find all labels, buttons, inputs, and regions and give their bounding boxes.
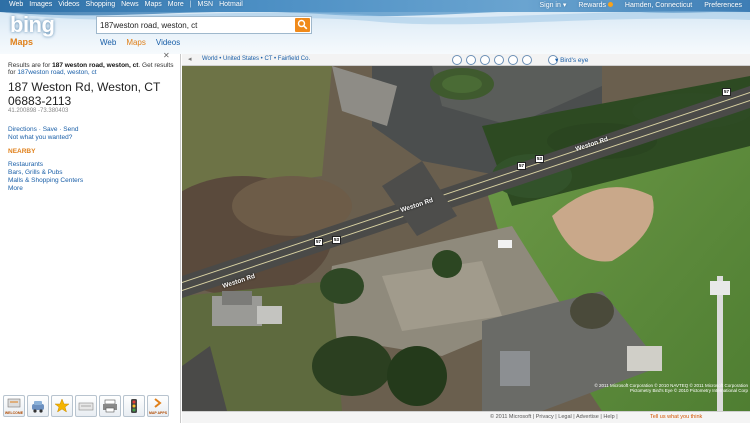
star-icon (54, 398, 70, 413)
nearby-item-malls[interactable]: Malls & Shopping Centers (8, 177, 83, 184)
top-navigation: Web Images Videos Shopping News Maps Mor… (9, 1, 243, 8)
view-label: Bird's eye (560, 57, 589, 64)
welcome-icon (7, 398, 21, 408)
route-shield-57a: 57 (314, 238, 323, 246)
birds-eye-map[interactable]: Weston Rd Weston Rd Weston Rd 57 53 57 5… (182, 66, 750, 411)
compass-icon[interactable] (466, 55, 476, 65)
bing-logo[interactable]: bing (10, 12, 55, 38)
result-address: 187 Weston Rd, Weston, CT (8, 80, 161, 94)
rotate-left-icon[interactable] (452, 55, 462, 65)
nearby-item-bars[interactable]: Bars, Grills & Pubs (8, 169, 63, 176)
search-input[interactable] (100, 19, 290, 32)
topnav-more[interactable]: More (168, 1, 184, 8)
chat-icon[interactable] (522, 55, 532, 65)
tab-maps[interactable]: Maps (126, 38, 146, 47)
route-shield-53a: 53 (332, 236, 341, 244)
nearby-item-restaurants[interactable]: Restaurants (8, 161, 43, 168)
logo-text: bing (10, 12, 55, 37)
directions-link[interactable]: Directions (8, 126, 37, 133)
nearby-heading: NEARBY (8, 148, 36, 155)
sign-in-link[interactable]: Sign in ▾ (539, 1, 566, 9)
traffic-light-icon (131, 399, 137, 413)
account-bar: Sign in ▾ Rewards Hamden, Connecticut Pr… (539, 1, 742, 9)
results-prefix: Results are for (8, 62, 51, 69)
results-suffix: . Get results (138, 62, 174, 69)
map-controls (452, 54, 558, 66)
preferences-link[interactable]: Preferences (704, 2, 742, 9)
favorites-button[interactable] (51, 395, 73, 417)
map-copyright: © 2011 Microsoft Corporation © 2010 NAVT… (594, 383, 748, 393)
nearby-item-more[interactable]: More (8, 185, 23, 192)
help-link[interactable]: Help (603, 414, 614, 420)
results-query: 187 weston road, weston, ct (52, 62, 139, 69)
close-icon[interactable]: ✕ (163, 51, 170, 60)
topnav-msn[interactable]: MSN (198, 1, 214, 8)
tab-web[interactable]: Web (100, 38, 116, 47)
car-icon (32, 401, 44, 413)
rewards-label: Rewards (578, 1, 606, 9)
print-button[interactable] (99, 395, 121, 417)
location-breadcrumb[interactable]: World • United States • CT • Fairfield C… (202, 56, 310, 62)
map-toolbar: ◂ World • United States • CT • Fairfield… (182, 54, 750, 66)
footer: © 2011 Microsoft | Privacy | Legal | Adv… (182, 411, 750, 423)
location-link[interactable]: Hamden, Connecticut (625, 2, 692, 9)
search-box (96, 16, 312, 34)
topnav-web[interactable]: Web (9, 1, 23, 8)
results-summary: Results are for 187 weston road, weston,… (8, 62, 173, 69)
route-shield-53b: 53 (535, 155, 544, 163)
alt-query-link[interactable]: 187weston road, weston, ct (17, 69, 96, 76)
topnav-shopping[interactable]: Shopping (86, 1, 116, 8)
tab-videos[interactable]: Videos (156, 38, 180, 47)
alt-results: for 187weston road, weston, ct (8, 69, 97, 76)
topnav-news[interactable]: News (121, 1, 139, 8)
feedback-link[interactable]: Tell us what you think (650, 414, 702, 420)
welcome-button[interactable]: WELCOME (3, 395, 25, 417)
not-wanted-link[interactable]: Not what you wanted? (8, 134, 72, 141)
topnav-maps[interactable]: Maps (145, 1, 162, 8)
result-coordinates: 41.200898 -73.380403 (8, 108, 69, 114)
chevron-right-icon (154, 398, 162, 408)
vertical-tabs: Web Maps Videos (100, 38, 180, 47)
traffic-button[interactable] (123, 395, 145, 417)
bubble-icon[interactable] (508, 55, 518, 65)
footer-copyright: © 2011 Microsoft (490, 414, 532, 420)
result-zip: 06883-2113 (8, 94, 72, 108)
product-title: Maps (10, 37, 34, 47)
rewards-icon (607, 1, 613, 7)
apps-toolbar: WELCOME MAP APPS (3, 395, 169, 417)
aerial-imagery (182, 66, 750, 411)
topnav-separator: | (189, 1, 192, 8)
save-link[interactable]: Save (43, 126, 58, 133)
zoom-icon[interactable] (494, 55, 504, 65)
advertise-link[interactable]: Advertise (576, 414, 599, 420)
privacy-link[interactable]: Privacy (536, 414, 554, 420)
map-apps-button[interactable]: MAP APPS (147, 395, 169, 417)
topnav-hotmail[interactable]: Hotmail (219, 1, 243, 8)
topnav-videos[interactable]: Videos (58, 1, 79, 8)
view-selector[interactable]: ▾ Bird's eye (555, 56, 588, 64)
rotate-right-icon[interactable] (480, 55, 490, 65)
legal-link[interactable]: Legal (558, 414, 571, 420)
welcome-label: WELCOME (4, 411, 24, 415)
map-apps-label: MAP APPS (148, 411, 168, 415)
route-shield-57b: 57 (517, 162, 526, 170)
printer-icon (103, 399, 117, 413)
share-icon (78, 402, 94, 411)
rewards-link[interactable]: Rewards (578, 1, 613, 9)
panel-toggle-icon[interactable]: ◂ (188, 55, 192, 63)
share-button[interactable] (75, 395, 97, 417)
header: Web Images Videos Shopping News Maps Mor… (0, 0, 750, 54)
results-panel: ✕ Results are for 187 weston road, westo… (0, 51, 181, 423)
route-shield-57c: 57 (722, 88, 731, 96)
send-link[interactable]: Send (63, 126, 78, 133)
alt-results-for: for (8, 69, 16, 76)
topnav-images[interactable]: Images (29, 1, 52, 8)
result-actions: Directions · Save · Send (8, 126, 79, 133)
search-icon (297, 19, 308, 30)
footer-links: © 2011 Microsoft | Privacy | Legal | Adv… (490, 414, 618, 420)
traffic-car-button[interactable] (27, 395, 49, 417)
search-button[interactable] (295, 18, 310, 32)
